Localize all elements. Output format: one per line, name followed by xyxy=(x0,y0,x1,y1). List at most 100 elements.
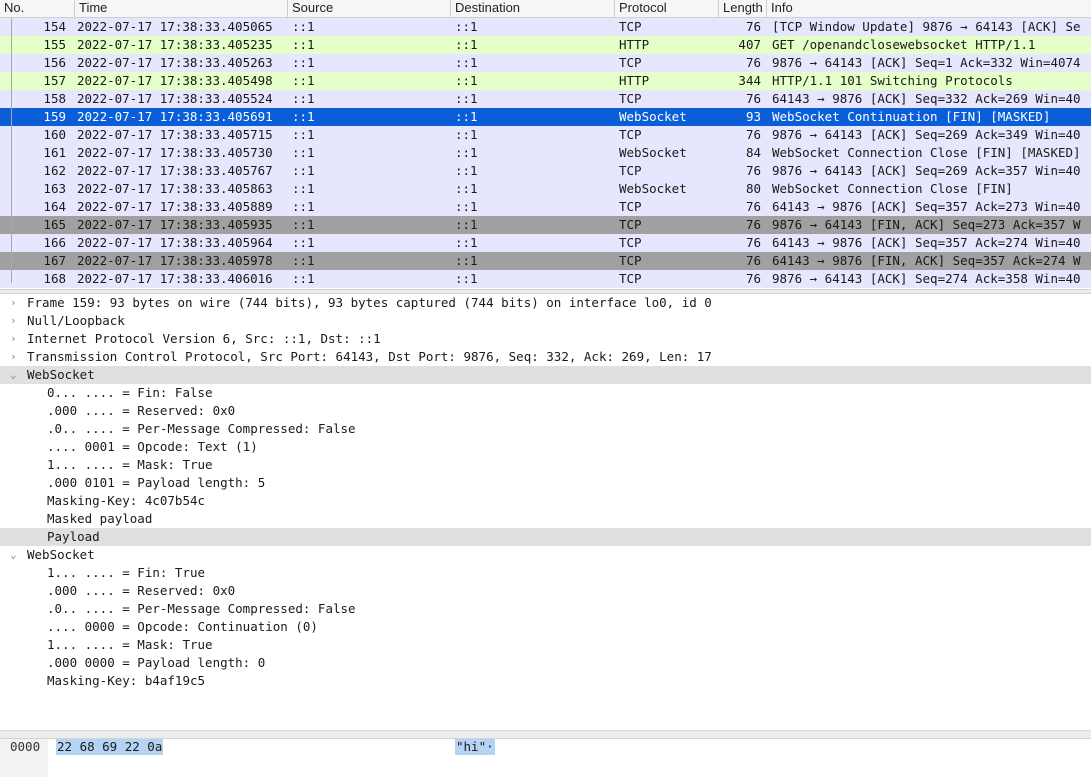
packet-length: 76 xyxy=(745,55,761,70)
packet-row[interactable]: 159 2022-07-17 17:38:33.405691::1::1 WebSo… xyxy=(0,108,1091,126)
detail-row[interactable]: Masking-Key: 4c07b54c xyxy=(0,492,1091,510)
packet-time: 2022-07-17 17:38:33.405524 xyxy=(77,91,273,106)
packet-source: ::1 xyxy=(292,19,315,34)
column-info[interactable]: Info xyxy=(766,0,1091,17)
detail-text: 1... .... = Mask: True xyxy=(47,637,213,652)
packet-length: 76 xyxy=(745,91,761,106)
packet-no: 157 xyxy=(43,73,66,88)
packet-time: 2022-07-17 17:38:33.405498 xyxy=(77,73,273,88)
packet-row[interactable]: 156 2022-07-17 17:38:33.405263::1::1 TCP 76… xyxy=(0,54,1091,72)
packet-protocol: TCP xyxy=(619,127,642,142)
packet-bytes-pane[interactable]: 0000 22 68 69 22 0a "hi"· xyxy=(0,739,1091,777)
detail-text: .000 0101 = Payload length: 5 xyxy=(47,475,266,490)
detail-row[interactable]: .000 .... = Reserved: 0x0 xyxy=(0,582,1091,600)
packet-destination: ::1 xyxy=(455,235,478,250)
packet-destination: ::1 xyxy=(455,253,478,268)
packet-row[interactable]: 163 2022-07-17 17:38:33.405863::1::1 WebSo… xyxy=(0,180,1091,198)
detail-row[interactable]: 1... .... = Mask: True xyxy=(0,456,1091,474)
packet-protocol: TCP xyxy=(619,19,642,34)
packet-destination: ::1 xyxy=(455,37,478,52)
packet-no: 167 xyxy=(43,253,66,268)
packet-time: 2022-07-17 17:38:33.405730 xyxy=(77,145,273,160)
packet-source: ::1 xyxy=(292,253,315,268)
packet-destination: ::1 xyxy=(455,91,478,106)
packet-info: 9876 → 64143 [ACK] Seq=274 Ack=358 Win=4… xyxy=(772,271,1081,286)
column-time[interactable]: Time xyxy=(74,0,287,17)
detail-row[interactable]: ⌄ WebSocket xyxy=(0,546,1091,564)
packet-source: ::1 xyxy=(292,181,315,196)
column-protocol[interactable]: Protocol xyxy=(614,0,718,17)
bytes-ascii[interactable]: "hi"· xyxy=(455,739,495,755)
packet-source: ::1 xyxy=(292,55,315,70)
detail-row[interactable]: Payload xyxy=(0,528,1091,546)
packet-row[interactable]: 161 2022-07-17 17:38:33.405730::1::1 WebSo… xyxy=(0,144,1091,162)
packet-time: 2022-07-17 17:38:33.405263 xyxy=(77,55,273,70)
packet-length: 76 xyxy=(745,199,761,214)
packet-row[interactable]: 162 2022-07-17 17:38:33.405767::1::1 TCP 76… xyxy=(0,162,1091,180)
column-length[interactable]: Length xyxy=(718,0,766,17)
packet-list[interactable]: No. Time Source Destination Protocol Len… xyxy=(0,0,1091,289)
column-source[interactable]: Source xyxy=(287,0,450,17)
bytes-hex[interactable]: 22 68 69 22 0a xyxy=(56,739,164,755)
chevron-right-icon[interactable]: › xyxy=(10,348,20,366)
packet-protocol: TCP xyxy=(619,253,642,268)
packet-info: WebSocket Connection Close [FIN] [MASKED… xyxy=(772,145,1081,160)
packet-row[interactable]: 166 2022-07-17 17:38:33.405964::1::1 TCP 76… xyxy=(0,234,1091,252)
detail-row[interactable]: .... 0000 = Opcode: Continuation (0) xyxy=(0,618,1091,636)
packet-row[interactable]: 164 2022-07-17 17:38:33.405889::1::1 TCP 76… xyxy=(0,198,1091,216)
packet-row[interactable]: 158 2022-07-17 17:38:33.405524::1::1 TCP 76… xyxy=(0,90,1091,108)
detail-row[interactable]: .0.. .... = Per-Message Compressed: Fals… xyxy=(0,600,1091,618)
detail-row[interactable]: › Frame 159: 93 bytes on wire (744 bits),… xyxy=(0,294,1091,312)
detail-text: Masked payload xyxy=(47,511,153,526)
packet-time: 2022-07-17 17:38:33.405767 xyxy=(77,163,273,178)
detail-row[interactable]: › Internet Protocol Version 6, Src: ::1, … xyxy=(0,330,1091,348)
detail-row[interactable]: Masking-Key: b4af19c5 xyxy=(0,672,1091,690)
detail-row[interactable]: › Transmission Control Protocol, Src Port… xyxy=(0,348,1091,366)
detail-row[interactable]: .000 .... = Reserved: 0x0 xyxy=(0,402,1091,420)
packet-no: 163 xyxy=(43,181,66,196)
chevron-down-icon[interactable]: ⌄ xyxy=(10,366,20,384)
chevron-right-icon[interactable]: › xyxy=(10,312,20,330)
packet-row[interactable]: 165 2022-07-17 17:38:33.405935::1::1 TCP 76… xyxy=(0,216,1091,234)
column-no[interactable]: No. xyxy=(0,0,74,17)
packet-details-pane[interactable]: › Frame 159: 93 bytes on wire (744 bits),… xyxy=(0,294,1091,730)
pane-splitter-bottom[interactable] xyxy=(0,730,1091,739)
packet-row[interactable]: 160 2022-07-17 17:38:33.405715::1::1 TCP 76… xyxy=(0,126,1091,144)
packet-length: 76 xyxy=(745,235,761,250)
detail-row[interactable]: Masked payload xyxy=(0,510,1091,528)
detail-text: .... 0001 = Opcode: Text (1) xyxy=(47,439,258,454)
detail-text: .000 .... = Reserved: 0x0 xyxy=(47,583,236,598)
packet-row[interactable]: 155 2022-07-17 17:38:33.405235::1::1 HTTP 4… xyxy=(0,36,1091,54)
detail-row[interactable]: .000 0000 = Payload length: 0 xyxy=(0,654,1091,672)
packet-time: 2022-07-17 17:38:33.405964 xyxy=(77,235,273,250)
detail-row[interactable]: .... 0001 = Opcode: Text (1) xyxy=(0,438,1091,456)
packet-protocol: TCP xyxy=(619,199,642,214)
packet-length: 76 xyxy=(745,253,761,268)
packet-source: ::1 xyxy=(292,163,315,178)
detail-text: Payload xyxy=(47,529,100,544)
detail-row[interactable]: ⌄ WebSocket xyxy=(0,366,1091,384)
detail-row[interactable]: .0.. .... = Per-Message Compressed: Fals… xyxy=(0,420,1091,438)
packet-protocol: WebSocket xyxy=(619,109,687,124)
detail-text: WebSocket xyxy=(27,367,95,382)
detail-row[interactable]: 0... .... = Fin: False xyxy=(0,384,1091,402)
chevron-right-icon[interactable]: › xyxy=(10,294,20,312)
packet-info: 9876 → 64143 [ACK] Seq=1 Ack=332 Win=407… xyxy=(772,55,1081,70)
detail-row[interactable]: 1... .... = Fin: True xyxy=(0,564,1091,582)
detail-row[interactable]: 1... .... = Mask: True xyxy=(0,636,1091,654)
detail-text: Internet Protocol Version 6, Src: ::1, D… xyxy=(27,331,381,346)
detail-row[interactable]: .000 0101 = Payload length: 5 xyxy=(0,474,1091,492)
packet-row[interactable]: 157 2022-07-17 17:38:33.405498::1::1 HTTP 3… xyxy=(0,72,1091,90)
packet-info: [TCP Window Update] 9876 → 64143 [ACK] S… xyxy=(772,19,1081,34)
column-destination[interactable]: Destination xyxy=(450,0,614,17)
detail-row[interactable]: › Null/Loopback xyxy=(0,312,1091,330)
detail-text: 0... .... = Fin: False xyxy=(47,385,213,400)
packet-source: ::1 xyxy=(292,235,315,250)
detail-text: 1... .... = Fin: True xyxy=(47,565,206,580)
chevron-right-icon[interactable]: › xyxy=(10,330,20,348)
packet-row[interactable]: 168 2022-07-17 17:38:33.406016::1::1 TCP 76… xyxy=(0,270,1091,288)
packet-row[interactable]: 167 2022-07-17 17:38:33.405978::1::1 TCP 76… xyxy=(0,252,1091,270)
packet-row[interactable]: 154 2022-07-17 17:38:33.405065::1::1 TCP 76… xyxy=(0,18,1091,36)
chevron-down-icon[interactable]: ⌄ xyxy=(10,546,20,564)
packet-time: 2022-07-17 17:38:33.405863 xyxy=(77,181,273,196)
